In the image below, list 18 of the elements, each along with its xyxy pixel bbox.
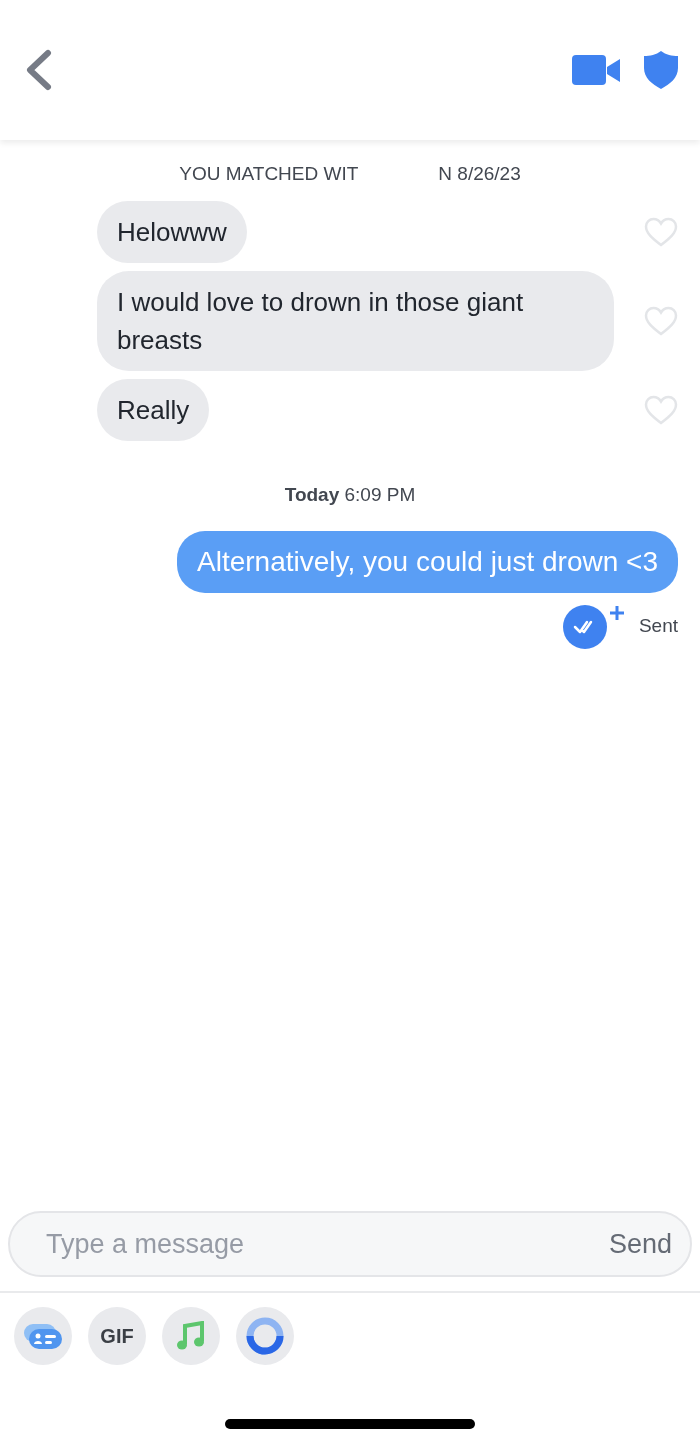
gif-button[interactable]: GIF xyxy=(88,1307,146,1365)
message-field[interactable]: Type a message Send xyxy=(8,1211,692,1277)
message-bubble: Helowww xyxy=(97,200,247,263)
send-button[interactable]: Send xyxy=(608,1223,672,1265)
ring-icon[interactable] xyxy=(246,1317,284,1355)
back-button[interactable] xyxy=(24,49,54,91)
message-bubble: Really xyxy=(97,378,210,441)
message-bubble: I would love to drown in those giant breasts xyxy=(97,270,614,371)
card-icon[interactable] xyxy=(24,1322,62,1350)
music-note-icon[interactable] xyxy=(177,1321,205,1351)
match-notice: N 8/26/23 xyxy=(438,162,521,186)
message-bubble: Alternatively, you could just drown <3 xyxy=(177,531,678,593)
match-notice: YOU MATCHED WIT xyxy=(179,162,359,186)
video-camera-icon[interactable] xyxy=(572,55,620,85)
shield-icon[interactable] xyxy=(644,51,678,89)
read-receipt-icon xyxy=(562,603,627,649)
status-text: Sent xyxy=(638,613,678,638)
timestamp: Today 6:09 PM xyxy=(283,482,417,507)
